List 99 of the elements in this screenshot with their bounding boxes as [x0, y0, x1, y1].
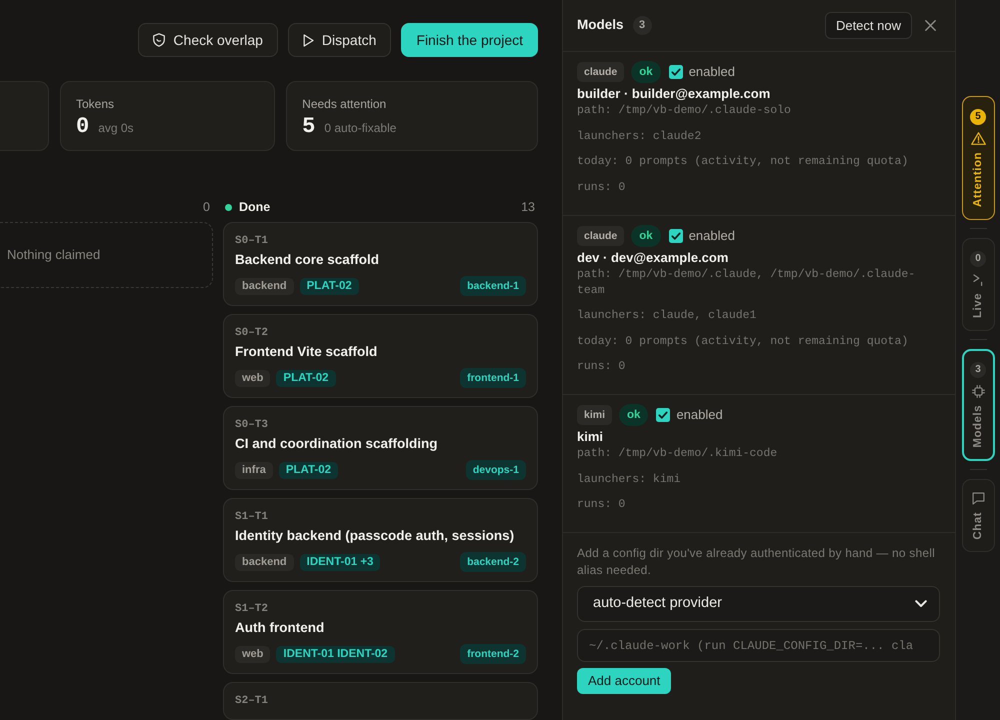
assignee-label: backend-2 [460, 552, 526, 572]
checkbox-label: enabled [688, 63, 735, 82]
checkbox-label: enabled [688, 226, 735, 245]
account-detail: path: /tmp/vb-demo/.claude-solo [577, 103, 792, 119]
account-detail: runs: 0 [577, 180, 626, 196]
account-name: dev · dev@example.com [577, 248, 730, 266]
checkbox-label: enabled [676, 406, 723, 424]
enabled-checkbox[interactable] [656, 408, 670, 422]
task-id: S0–T3 [235, 418, 270, 432]
status-label: ok [631, 224, 661, 246]
terminal-icon [973, 274, 983, 286]
account-detail: launchers: claude2 [577, 128, 702, 144]
task-card[interactable]: S0–T1 Backend core scaffold backend PLAT-02 backend-1 [223, 222, 538, 306]
requirement-label: IDENT-01 +3 [300, 554, 380, 570]
status-label: ok [631, 61, 661, 83]
stat-value: 5 [302, 114, 316, 140]
stat-card [0, 81, 49, 151]
task-title: Identity backend (passcode auth, sessions) [235, 527, 516, 545]
provider-select[interactable]: auto-detect provider [577, 586, 940, 622]
task-card[interactable]: S1–T2 Auth frontend web IDENT-01 IDENT-02 frontend-2 [223, 590, 538, 674]
account-name: kimi [577, 428, 604, 446]
check-overlap-button[interactable]: Check overlap [138, 23, 278, 57]
sidebar-tab[interactable]: Chat [962, 478, 994, 552]
panel-title: Models [577, 16, 624, 34]
column-count: 0 [203, 198, 211, 216]
task-id: S1–T2 [235, 602, 270, 616]
task-title: Backend core scaffold [235, 251, 380, 269]
status-label: ok [619, 404, 648, 426]
models-count: 3 [632, 16, 652, 35]
close-icon [924, 20, 936, 31]
chat-icon [972, 492, 984, 505]
tab-label: Chat [971, 512, 985, 540]
task-id: S2–T1 [235, 694, 270, 708]
play-icon [302, 34, 314, 46]
enabled-checkbox[interactable] [668, 65, 683, 79]
stat-value: 0 [76, 114, 90, 140]
requirement-label: PLAT-02 [276, 370, 336, 386]
task-card[interactable]: S1–T1 Identity backend (passcode auth, sessions) backend IDENT-01 +3 backend-2 [223, 498, 538, 582]
warning-icon [970, 132, 986, 145]
assignee-label: devops-1 [466, 460, 526, 480]
assignee-label: frontend-1 [460, 368, 526, 388]
account-detail: launchers: kimi [577, 472, 682, 488]
drop-zone[interactable]: Nothing claimed [0, 222, 213, 288]
task-card[interactable]: S0–T2 Frontend Vite scaffold web PLAT-02 frontend-1 [223, 314, 538, 398]
account-detail: runs: 0 [577, 497, 626, 513]
detect-now-button[interactable]: Detect now [824, 12, 912, 39]
tab-label: Models [971, 404, 985, 448]
account-detail: today: 0 prompts (activity, not remaining quota) [577, 334, 910, 350]
task-id: S0–T2 [235, 326, 270, 340]
stat-note: avg 0s [98, 120, 134, 137]
dispatch-button[interactable]: Dispatch [288, 23, 392, 57]
stat-label: Needs attention [302, 96, 388, 112]
task-title: Frontend Vite scaffold [235, 343, 378, 361]
provider-label: claude [577, 62, 624, 82]
column-title: Done [239, 198, 270, 216]
stat-note: 0 auto-fixable [324, 120, 396, 137]
tab-label: Attention [971, 152, 985, 207]
task-id: S0–T1 [235, 234, 270, 248]
account-detail: runs: 0 [577, 359, 626, 375]
stat-label: Tokens [76, 96, 116, 112]
task-card[interactable]: S0–T3 CI and coordination scaffolding infra PLAT-02 devops-1 [223, 406, 538, 490]
area-label: infra [235, 462, 273, 478]
empty-state-text: Nothing claimed [7, 246, 100, 264]
column-count: 13 [521, 198, 536, 216]
area-label: web [235, 646, 270, 662]
area-label: backend [235, 278, 294, 294]
hint-text: Add a config dir you've already authenticated by hand — no shell alias needed. [577, 545, 936, 578]
provider-label: claude [577, 226, 624, 246]
tab-count: 5 [970, 109, 986, 125]
assignee-label: backend-1 [460, 276, 526, 296]
requirement-label: IDENT-01 IDENT-02 [276, 646, 395, 662]
requirement-label: PLAT-02 [278, 462, 338, 478]
tab-label: Live [971, 292, 985, 318]
account-detail: today: 0 prompts (activity, not remaining quota) [577, 154, 910, 170]
requirement-label: PLAT-02 [300, 278, 359, 294]
task-card[interactable]: S2–T1 [223, 682, 538, 720]
account-detail: path: /tmp/vb-demo/.claude, /tmp/vb-demo/.claude-team [577, 266, 916, 298]
task-id: S1–T1 [235, 510, 270, 524]
assignee-label: frontend-2 [460, 644, 526, 664]
chevron-down-icon [915, 600, 927, 608]
sidebar-tab[interactable]: 0 Live [962, 238, 994, 331]
area-label: backend [235, 554, 294, 570]
shield-icon [153, 33, 166, 47]
area-label: web [235, 370, 270, 386]
task-title: CI and coordination scaffolding [235, 435, 438, 453]
chip-icon [972, 384, 984, 398]
account-detail: launchers: claude, claude1 [577, 308, 758, 324]
add-account-button[interactable]: Add account [577, 668, 672, 694]
sidebar-tab[interactable]: 5 Attention [962, 96, 994, 220]
tab-count: 0 [970, 250, 986, 267]
provider-label: kimi [577, 405, 612, 425]
task-title: Auth frontend [235, 619, 326, 637]
account-name: builder · builder@example.com [577, 85, 772, 103]
finish-project-button[interactable]: Finish the project [401, 23, 538, 57]
account-detail: path: /tmp/vb-demo/.kimi-code [577, 446, 778, 462]
config-dir-field[interactable]: ~/.claude-work (run CLAUDE_CONFIG_DIR=... cla [577, 629, 940, 662]
sidebar-tab[interactable]: 3 Models [962, 348, 994, 461]
enabled-checkbox[interactable] [668, 228, 683, 242]
tab-count: 3 [970, 362, 986, 378]
